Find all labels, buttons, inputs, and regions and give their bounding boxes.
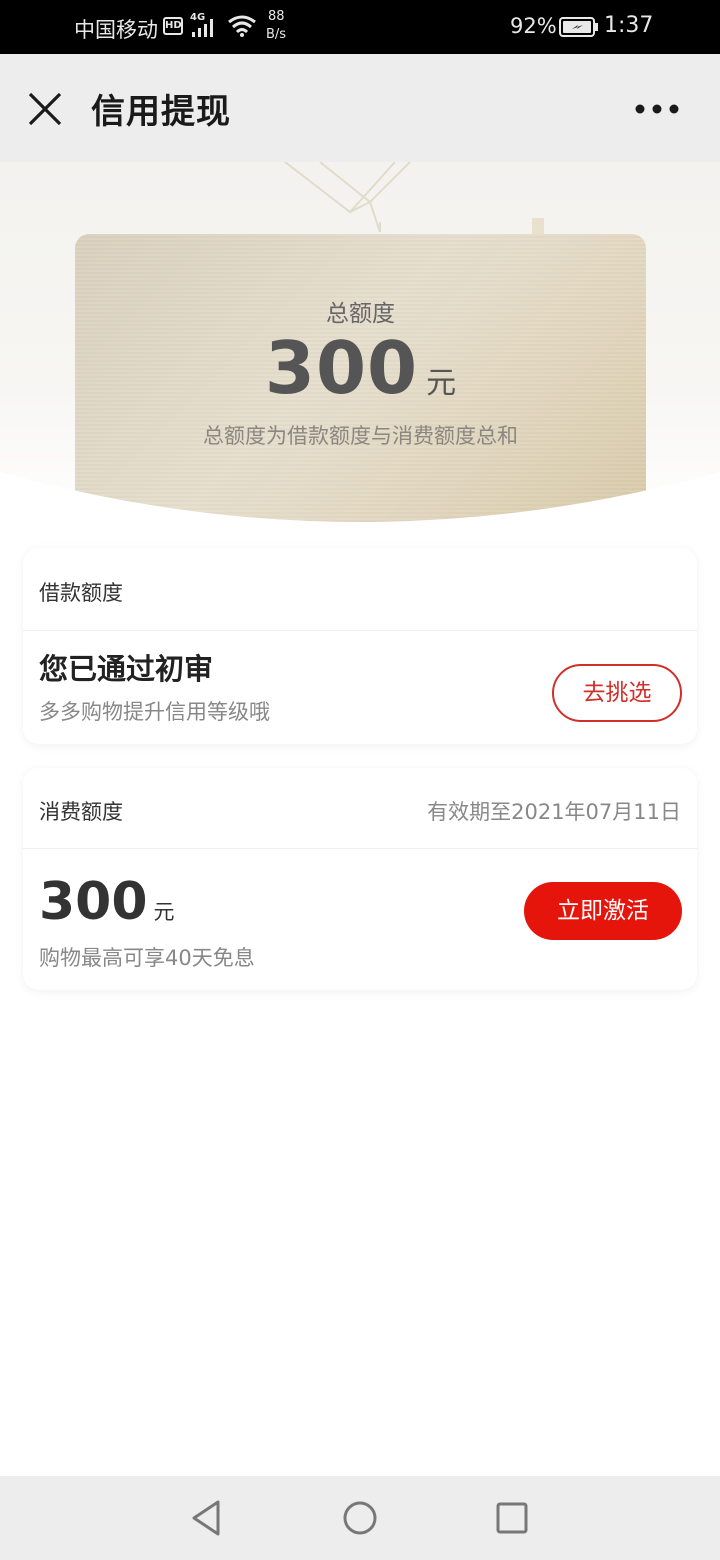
spending-subtitle: 购物最高可享40天免息: [39, 946, 255, 970]
hero-curve: [0, 472, 720, 532]
divider: [23, 848, 697, 849]
total-quota-note: 总额度为借款额度与消费额度总和: [203, 424, 518, 448]
wifi-icon: [228, 15, 256, 37]
spending-unit: 元: [153, 900, 175, 924]
spending-amount-row: 300 元: [39, 872, 175, 932]
battery-percent: 92%: [510, 14, 557, 38]
total-quota-amount-row: 300 元: [75, 326, 646, 410]
home-icon[interactable]: [340, 1498, 380, 1538]
close-icon: [28, 92, 62, 126]
total-quota-unit: 元: [426, 366, 457, 401]
decoration-icon: [284, 162, 544, 236]
carrier-name: 中国移动: [74, 18, 158, 42]
hd-badge: HD: [163, 17, 183, 35]
loan-status-subtitle: 多多购物提升信用等级哦: [39, 700, 270, 724]
loan-quota-heading: 借款额度: [39, 581, 123, 605]
loan-status-title: 您已通过初审: [39, 652, 214, 686]
spending-amount: 300: [39, 872, 148, 932]
back-icon[interactable]: [186, 1498, 226, 1538]
divider: [23, 630, 697, 631]
more-button[interactable]: [632, 92, 684, 126]
status-bar: 中国移动 HD 4G 88 B/s 92% 1:37: [0, 0, 720, 54]
total-quota-label: 总额度: [326, 301, 395, 327]
more-icon: [635, 104, 679, 114]
validity-date: 有效期至2021年07月11日: [427, 800, 681, 824]
hero-banner: 总额度 300 元 总额度为借款额度与消费额度总和: [0, 162, 720, 532]
pick-button[interactable]: 去挑选: [552, 664, 682, 722]
battery-charging-icon: [559, 17, 598, 37]
spending-quota-heading: 消费额度: [39, 800, 123, 824]
spending-quota-card: 消费额度 有效期至2021年07月11日 300 元 购物最高可享40天免息 立即…: [23, 768, 697, 990]
speed-value: 88: [268, 9, 285, 24]
navigation-bar: [0, 1476, 720, 1560]
signal-icon: [192, 19, 213, 37]
total-quota-amount: 300: [264, 326, 419, 410]
page-title: 信用提现: [91, 92, 231, 132]
close-button[interactable]: [22, 86, 68, 132]
loan-quota-card: 借款额度 您已通过初审 多多购物提升信用等级哦 去挑选: [23, 548, 697, 744]
speed-unit: B/s: [266, 27, 287, 42]
screen: 中国移动 HD 4G 88 B/s 92% 1:37 信用提现 总额度 300 …: [0, 0, 720, 1560]
activate-button[interactable]: 立即激活: [524, 882, 682, 940]
title-bar: 信用提现: [0, 54, 720, 162]
recent-apps-icon[interactable]: [492, 1498, 532, 1538]
clock: 1:37: [604, 13, 654, 38]
